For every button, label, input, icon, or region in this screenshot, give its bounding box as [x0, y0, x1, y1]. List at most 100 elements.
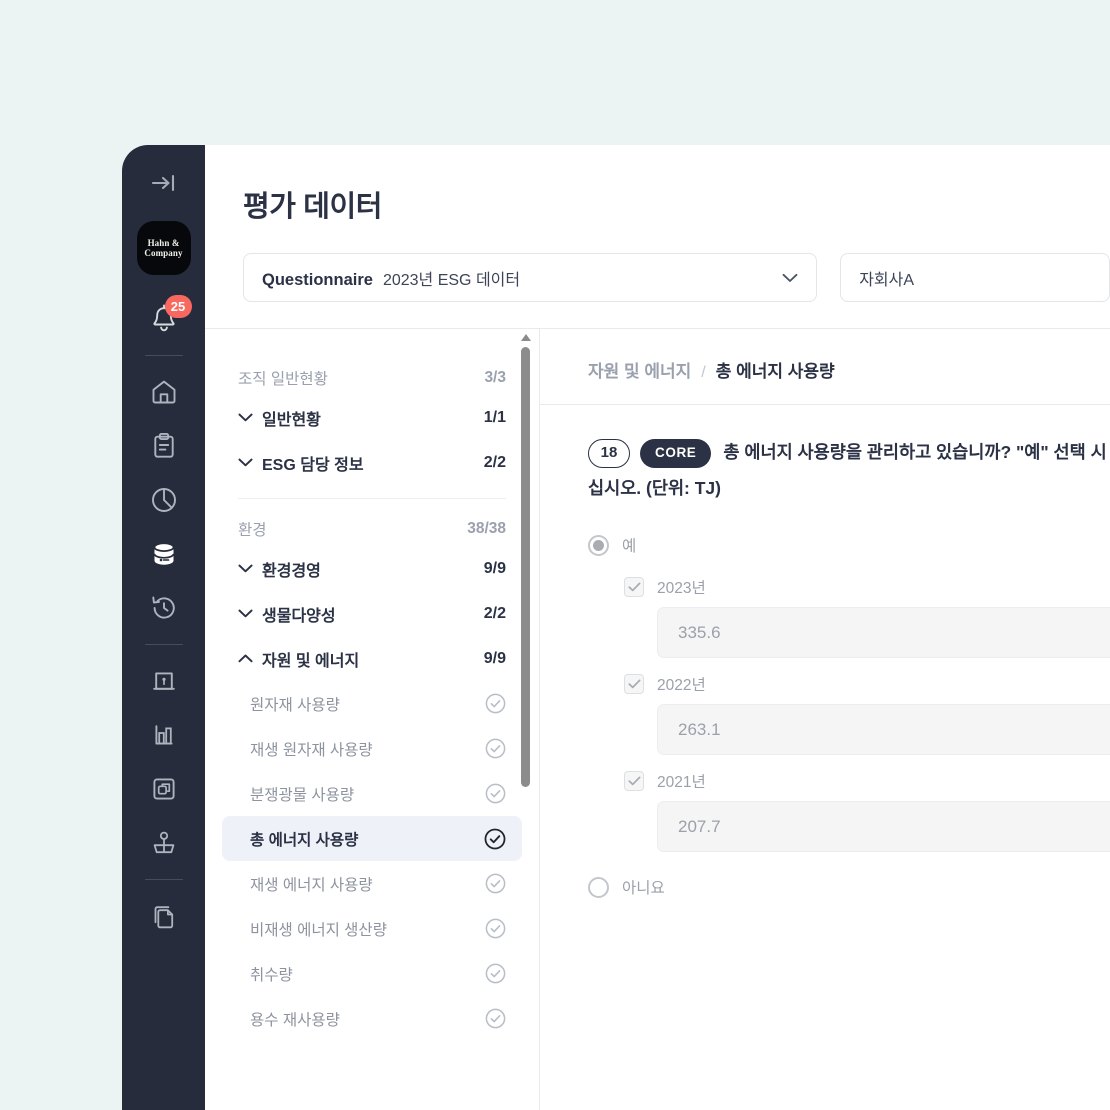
checkbox-2023[interactable] — [624, 577, 644, 597]
tree-row-resources-energy[interactable]: 자원 및 에너지 9/9 — [222, 636, 522, 681]
year-inputs: 2023년 335.6 2022년 263.1 2021년 207.7 — [588, 570, 1110, 852]
tree-row-general-status[interactable]: 일반현황 1/1 — [222, 395, 522, 440]
company-select-value: 자회사A — [859, 271, 915, 289]
answer-block: 예 2023년 335.6 2022년 263.1 2021년 207.7 아니… — [540, 505, 1110, 903]
tree-row-biodiversity[interactable]: 생물다양성 2/2 — [222, 591, 522, 636]
tree-group-label: 환경 — [238, 522, 267, 539]
tree-row-label: 일반현황 — [262, 411, 321, 429]
option-yes[interactable]: 예 — [588, 529, 1110, 561]
tree-row-label: ESG 담당 정보 — [262, 456, 364, 474]
tree-leaf-recycled-raw-material-usage[interactable]: 재생 원자재 사용량 — [222, 726, 522, 771]
tree-divider — [238, 498, 506, 499]
radio-yes[interactable] — [588, 534, 609, 556]
scroll-up-arrow-icon[interactable] — [521, 334, 531, 341]
tree-leaf-label: 총 에너지 사용량 — [250, 831, 359, 849]
rail-divider-3 — [144, 879, 183, 880]
page-title: 평가 데이터 — [243, 191, 383, 223]
breadcrumb-current: 총 에너지 사용량 — [715, 362, 835, 381]
tree-row-left: 자원 및 에너지 — [238, 647, 359, 671]
option-no-label: 아니요 — [622, 880, 665, 897]
nav-organization[interactable] — [137, 654, 191, 708]
questionnaire-select-label: Questionnaire — [262, 270, 373, 289]
checkbox-2021[interactable] — [624, 771, 644, 791]
rail-divider-1 — [144, 355, 183, 356]
value-input-2022[interactable]: 263.1 — [657, 704, 1110, 755]
tree-leaf-total-energy-usage[interactable]: 총 에너지 사용량 — [222, 816, 522, 861]
nav-documents[interactable] — [137, 889, 191, 943]
nav-home[interactable] — [137, 365, 191, 419]
year-row-2021[interactable]: 2021년 — [624, 764, 1110, 798]
tree-row-count: 9/9 — [483, 649, 506, 667]
bank-icon — [152, 672, 175, 690]
tree-leaf-conflict-minerals-usage[interactable]: 분쟁광물 사용량 — [222, 771, 522, 816]
tree-group-header: 조직 일반현황 3/3 — [222, 361, 522, 395]
nav-reports[interactable] — [137, 708, 191, 762]
year-row-2023[interactable]: 2023년 — [624, 570, 1110, 604]
tree-row-left: 환경경영 — [238, 557, 321, 581]
pie-chart-icon — [151, 488, 176, 512]
tree-scrollbar[interactable] — [519, 329, 533, 1110]
notifications-button[interactable]: 25 — [137, 292, 192, 346]
tree-leaf-raw-material-usage[interactable]: 원자재 사용량 — [222, 681, 522, 726]
nav-analytics[interactable] — [137, 473, 191, 527]
logo-text: Hahn & Company — [144, 238, 182, 258]
tree-row-left: 일반현황 — [238, 406, 321, 430]
breadcrumb-parent[interactable]: 자원 및 에너지 — [588, 357, 691, 382]
questionnaire-select-value: 2023년 ESG 데이터 — [382, 271, 521, 289]
tree-leaf-renewable-energy-usage[interactable]: 재생 에너지 사용량 — [222, 861, 522, 906]
check-circle-icon — [485, 783, 506, 804]
bar-chart-icon — [154, 725, 173, 745]
value-input-2023[interactable]: 335.6 — [657, 607, 1110, 658]
content-split: 조직 일반현황 3/3 일반현황 1/1 ESG 담당 정보 2/2 환경 38… — [205, 329, 1110, 1110]
tree-row-left: 생물다양성 — [238, 602, 336, 626]
radio-no[interactable] — [588, 876, 609, 898]
tree-group-count: 3/3 — [484, 369, 506, 386]
tree-row-env-management[interactable]: 환경경영 9/9 — [222, 546, 522, 591]
chevron-down-icon — [238, 564, 253, 573]
collapse-arrow-icon — [151, 174, 174, 192]
page-header: 평가 데이터 — [205, 145, 1110, 225]
tree-group-label: 조직 일반현황 — [238, 371, 328, 388]
tree-leaf-water-reuse[interactable]: 용수 재사용량 — [222, 996, 522, 1041]
scrollbar-thumb[interactable] — [521, 347, 530, 787]
check-circle-icon — [485, 1008, 506, 1029]
question-line-1: 18 CORE 총 에너지 사용량을 관리하고 있습니까? "예" 선택 시 — [588, 435, 1110, 469]
chevron-down-icon — [238, 413, 253, 422]
collapse-sidebar-button[interactable] — [144, 163, 184, 203]
tree-leaf-label: 비재생 에너지 생산량 — [250, 921, 387, 939]
nav-tasks[interactable] — [137, 419, 191, 473]
tree-row-label: 생물다양성 — [262, 607, 336, 625]
check-circle-icon — [485, 918, 506, 939]
tree-row-esg-contact[interactable]: ESG 담당 정보 2/2 — [222, 440, 522, 485]
tree-leaf-label: 재생 원자재 사용량 — [250, 741, 373, 759]
nav-history[interactable] — [137, 581, 191, 635]
documents-icon — [154, 906, 173, 929]
tree-row-count: 2/2 — [483, 604, 506, 622]
company-logo[interactable]: Hahn & Company — [136, 221, 191, 275]
value-input-2021[interactable]: 207.7 — [657, 801, 1110, 852]
check-icon — [627, 582, 640, 592]
checkbox-2022[interactable] — [624, 674, 644, 694]
chevron-up-icon — [238, 654, 253, 663]
tree-leaf-water-withdrawal[interactable]: 취수량 — [222, 951, 522, 996]
notification-badge: 25 — [164, 295, 192, 318]
tree-leaf-nonrenewable-energy-production[interactable]: 비재생 에너지 생산량 — [222, 906, 522, 951]
option-yes-label: 예 — [622, 538, 637, 555]
main-content: 평가 데이터 Questionnaire 2023년 ESG 데이터 자회사A — [205, 145, 1110, 1110]
nav-data[interactable] — [137, 527, 191, 581]
tree-leaf-label: 용수 재사용량 — [250, 1011, 340, 1029]
nav-modules[interactable] — [137, 762, 191, 816]
year-row-2022[interactable]: 2022년 — [624, 667, 1110, 701]
questionnaire-select[interactable]: Questionnaire 2023년 ESG 데이터 — [243, 253, 818, 302]
layers-box-icon — [152, 778, 175, 800]
nav-training[interactable] — [137, 816, 191, 870]
selector-bar: Questionnaire 2023년 ESG 데이터 자회사A — [205, 225, 1110, 328]
radio-dot — [593, 539, 604, 551]
rail-divider-2 — [144, 644, 183, 645]
tree-row-count: 9/9 — [483, 559, 506, 577]
option-no[interactable]: 아니요 — [588, 871, 1110, 903]
database-icon — [153, 542, 174, 565]
chevron-down-icon — [782, 273, 798, 282]
company-select[interactable]: 자회사A — [840, 253, 1110, 302]
question-tree: 조직 일반현황 3/3 일반현황 1/1 ESG 담당 정보 2/2 환경 38… — [205, 361, 539, 1041]
